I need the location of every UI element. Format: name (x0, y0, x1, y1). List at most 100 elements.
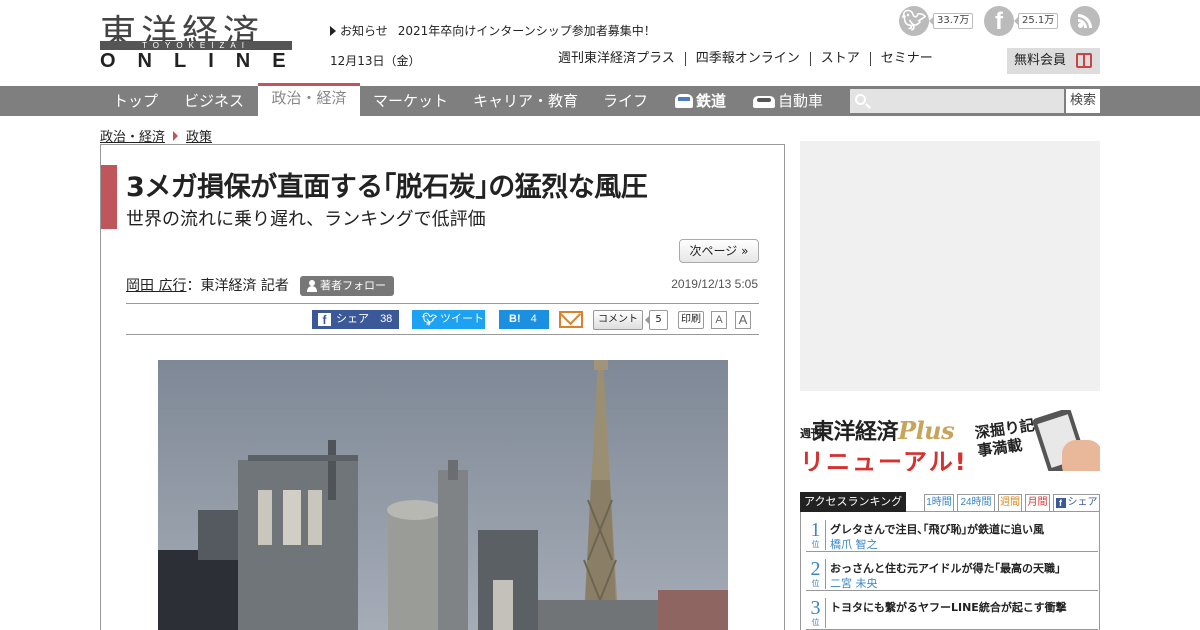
print-button[interactable]: 印刷 (678, 311, 704, 329)
publish-date: 2019/12/13 5:05 (671, 277, 758, 291)
notice-text: 2021年卒向けインターンシップ参加者募集中！ (397, 24, 656, 38)
top-links: 週刊東洋経済プラス 四季報オンライン ストア セミナー (548, 52, 943, 66)
nav-politics-economy[interactable]: 政治・経済 (258, 83, 360, 116)
logo-romaji: TOYOKEIZAI (100, 41, 292, 50)
author-follow-button[interactable]: 著者フォロー (300, 276, 394, 296)
tweet-button[interactable]: 🐦︎ ツイート (412, 310, 485, 329)
nav-market[interactable]: マーケット (373, 86, 448, 116)
train-icon (675, 94, 693, 108)
notice-label: お知らせ (340, 24, 388, 38)
nav-business[interactable]: ビジネス (184, 86, 244, 116)
author-affiliation: ：東洋経済 記者 (186, 278, 289, 294)
link-weekly-plus[interactable]: 週刊東洋経済プラス (548, 52, 685, 66)
nav-career[interactable]: キャリア・教育 (473, 86, 578, 116)
comment-button[interactable]: コメント (593, 310, 643, 330)
site-logo[interactable]: 東洋経済 TOYOKEIZAI ONLINE (100, 8, 308, 72)
nav-auto[interactable]: 自動車 (753, 86, 823, 116)
tab-24hours[interactable]: 24時間 (957, 494, 995, 511)
banner-plus: Plus (898, 416, 955, 445)
twitter-count: 33.7万 (928, 13, 974, 29)
tab-weekly[interactable]: 週間 (998, 494, 1022, 511)
search-button[interactable]: 検索 (1066, 89, 1100, 113)
rank-number: 3位 (806, 598, 826, 628)
ranking-author[interactable]: 橋爪 智之 (830, 536, 878, 552)
rank-number: 2位 (806, 559, 826, 589)
car-icon (753, 96, 775, 108)
main-nav: トップ ビジネス 政治・経済 マーケット キャリア・教育 ライフ 鉄道 自動車 … (0, 83, 1200, 116)
tab-share[interactable]: f シェア (1053, 494, 1100, 511)
ranking-item[interactable]: 1位 グレタさんで注目､｢飛び恥｣が鉄道に追い風 橋爪 智之 (806, 518, 1098, 552)
nav-railway-label: 鉄道 (696, 92, 727, 110)
free-member-button[interactable]: 無料会員 (1007, 48, 1100, 74)
hatena-icon: B! (509, 313, 521, 325)
rank-number: 1位 (806, 520, 826, 550)
comment-count: 5 (645, 310, 668, 330)
title-accent-bar (101, 165, 117, 229)
facebook-count: 25.1万 (1013, 13, 1059, 29)
ranking-title-text: おっさんと住む元アイドルが得た｢最高の天職｣ (830, 562, 1061, 575)
person-plus-icon (307, 280, 317, 292)
follow-label: 著者フォロー (320, 279, 386, 292)
toyokeizai-plus-banner[interactable]: 週刊東洋経済Plus リニューアル! 深掘り記事満載 (800, 410, 1100, 471)
nav-auto-label: 自動車 (778, 92, 824, 110)
banner-weekly: 週刊 (800, 427, 822, 440)
ranking-list: 1位 グレタさんで注目､｢飛び恥｣が鉄道に追い風 橋爪 智之 2位 おっさんと住… (800, 512, 1100, 630)
facebook-share-count: 38 (380, 313, 393, 325)
tab-1hour[interactable]: 1時間 (924, 494, 954, 511)
twitter-icon: 🐦︎ (422, 312, 438, 326)
ranking-item[interactable]: 3位 トヨタにも繋がるヤフーLINE統合が起こす衝撃 (806, 596, 1098, 630)
ranking-title: アクセスランキング (800, 492, 906, 512)
hand-image (1062, 440, 1100, 471)
member-label: 無料会員 (1014, 53, 1067, 68)
search-icon (855, 94, 866, 105)
breadcrumb-policy[interactable]: 政策 (186, 130, 212, 145)
article: 3メガ損保が直面する｢脱石炭｣の猛烈な風圧 世界の流れに乗り遅れ、ランキングで低… (100, 144, 785, 630)
facebook-share-button[interactable]: f シェア 38 (312, 310, 399, 329)
facebook-icon: f (1055, 498, 1066, 508)
link-store[interactable]: ストア (809, 52, 870, 66)
mail-icon[interactable] (559, 311, 583, 328)
tab-monthly[interactable]: 月間 (1025, 494, 1050, 511)
logo-online: ONLINE (100, 50, 308, 72)
breadcrumb-separator-icon (173, 131, 179, 141)
gift-icon (1076, 53, 1092, 68)
banner-tagline: 深掘り記事満載 (973, 415, 1036, 461)
nav-railway[interactable]: 鉄道 (675, 86, 726, 116)
byline: 岡田 広行：東洋経済 記者 (126, 275, 289, 295)
notice[interactable]: お知らせ 2021年卒向けインターンシップ参加者募集中！ (330, 22, 656, 39)
author-link[interactable]: 岡田 広行 (126, 278, 186, 294)
breadcrumb-politics[interactable]: 政治・経済 (100, 130, 165, 145)
link-seminar[interactable]: セミナー (869, 52, 943, 66)
tweet-label: ツイート (440, 313, 484, 325)
font-size-small-button[interactable]: A (711, 311, 727, 329)
font-size-large-button[interactable]: A (735, 311, 751, 329)
article-photo-power-plant (158, 360, 728, 630)
nav-top[interactable]: トップ (113, 86, 158, 116)
facebook-icon: f (318, 313, 331, 327)
ranking-title-text: グレタさんで注目､｢飛び恥｣が鉄道に追い風 (830, 523, 1044, 536)
access-ranking: アクセスランキング 1時間 24時間 週間 月間 f シェア 1位 グレタさんで注… (800, 492, 1100, 630)
ranking-author[interactable]: 二宮 未央 (830, 575, 878, 591)
facebook-icon: f (984, 6, 1014, 36)
hatena-bookmark-button[interactable]: B! 4 (499, 310, 549, 329)
breadcrumb: 政治・経済 政策 (100, 126, 212, 145)
article-subtitle: 世界の流れに乗り遅れ、ランキングで低評価 (126, 209, 486, 230)
link-shikiho[interactable]: 四季報オンライン (684, 52, 810, 66)
twitter-icon: 🐦︎ (899, 6, 929, 36)
ranking-title-text: トヨタにも繋がるヤフーLINE統合が起こす衝撃 (830, 601, 1067, 614)
search-box (850, 89, 1064, 113)
rss-icon[interactable] (1070, 6, 1100, 36)
banner-renewal: リニューアル! (800, 448, 968, 471)
ad-slot[interactable] (800, 141, 1100, 391)
next-page-button[interactable]: 次ページ » (679, 239, 759, 263)
search-input[interactable] (872, 89, 1062, 113)
current-date: 12月13日（金） (330, 54, 421, 68)
tab-share-label: シェア (1067, 497, 1098, 508)
divider (126, 334, 759, 335)
article-title: 3メガ損保が直面する｢脱石炭｣の猛烈な風圧 (126, 172, 648, 203)
facebook-share-label: シェア (336, 313, 369, 325)
divider (126, 303, 759, 304)
ranking-item[interactable]: 2位 おっさんと住む元アイドルが得た｢最高の天職｣ 二宮 未央 (806, 557, 1098, 591)
nav-life[interactable]: ライフ (603, 86, 648, 116)
triangle-icon (330, 26, 336, 36)
